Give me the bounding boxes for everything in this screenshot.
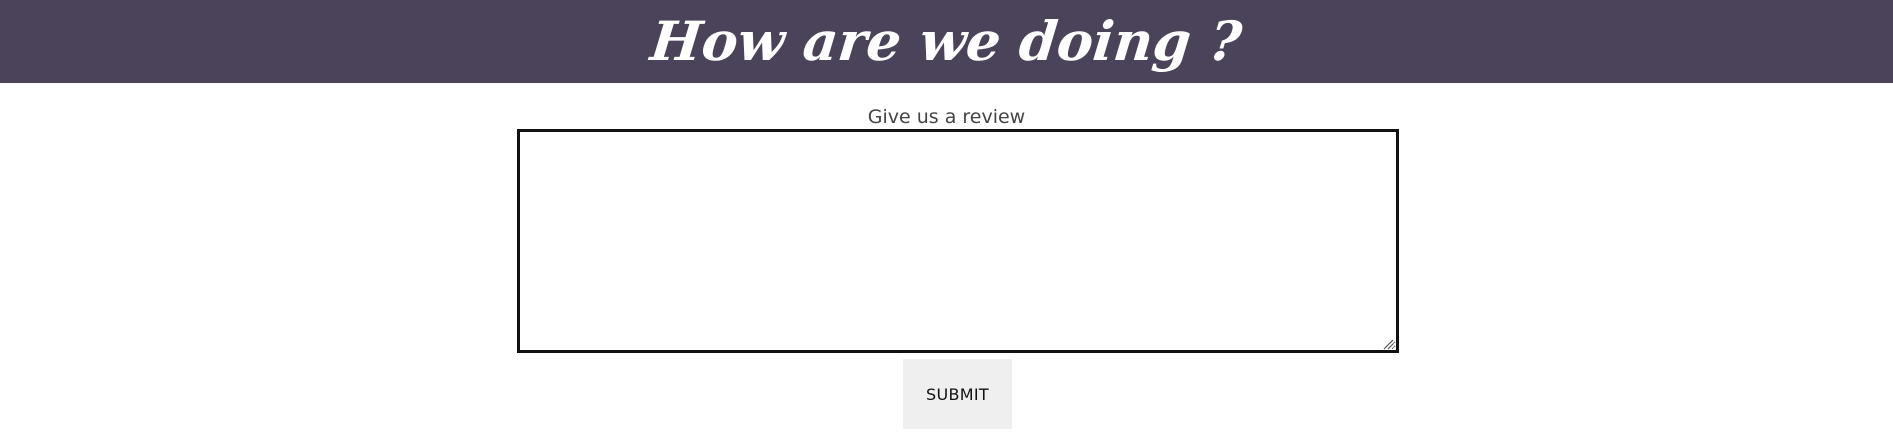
review-label: Give us a review (867, 106, 1026, 128)
submit-button[interactable]: SUBMIT (903, 359, 1012, 429)
review-form: Give us a review SUBMIT (0, 83, 1893, 447)
page-title: How are we doing ? (648, 9, 1246, 73)
page-header: How are we doing ? (0, 0, 1893, 83)
review-textarea[interactable] (517, 129, 1399, 353)
